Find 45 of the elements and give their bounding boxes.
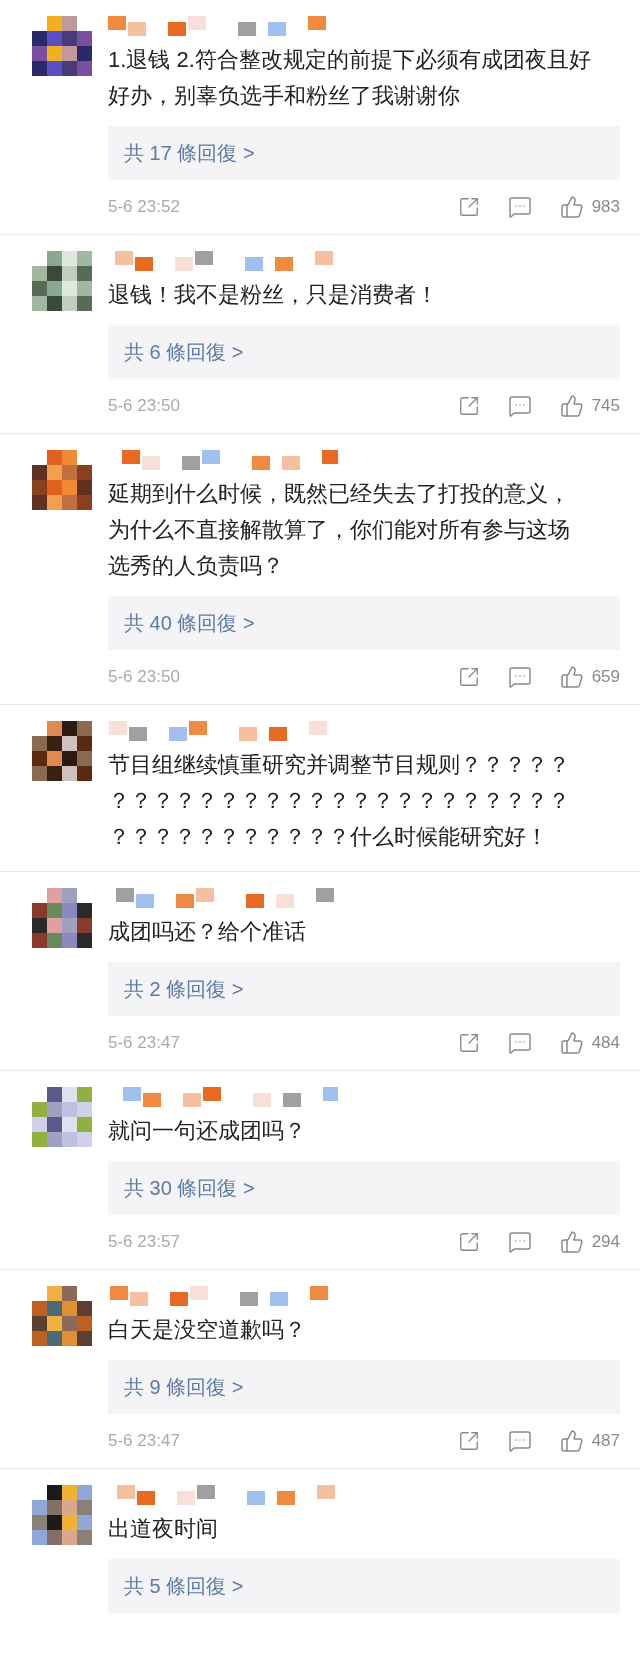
share-icon[interactable] (457, 1231, 480, 1253)
replies-link[interactable]: 共 9 條回復 > (108, 1360, 620, 1414)
replies-link[interactable]: 共 17 條回復 > (108, 126, 620, 180)
comment-icon[interactable] (507, 1230, 532, 1254)
share-icon[interactable] (457, 1430, 480, 1452)
like-button[interactable]: 745 (559, 393, 620, 419)
comment-time: 5-6 23:47 (108, 1430, 180, 1453)
comment-text: 退钱！我不是粉丝，只是消费者！ (108, 281, 439, 309)
comment-text: 1.退钱 2.符合整改规定的前提下必须有成团夜且好好办，别辜负选手和粉丝了我谢谢你 (108, 46, 591, 110)
like-button[interactable]: 659 (559, 664, 620, 690)
comment-time: 5-6 23:57 (108, 1231, 180, 1254)
replies-link[interactable]: 共 40 條回復 > (108, 596, 620, 650)
share-icon[interactable] (457, 666, 480, 688)
replies-link[interactable]: 共 5 條回復 > (108, 1559, 620, 1613)
thumbs-up-icon (559, 665, 584, 689)
comment-text: 出道夜时间 (108, 1515, 219, 1543)
comment-text: 延期到什么时候，既然已经失去了打投的意义，为什么不直接解散算了，你们能对所有参与这场选秀的人负责吗？ (108, 480, 571, 580)
share-icon[interactable] (457, 395, 480, 417)
comment-text: 成团吗还？给个准话 (108, 918, 307, 946)
comment-icon[interactable] (507, 195, 532, 219)
comment-icon[interactable] (507, 665, 532, 689)
comment-text: 白天是没空道歉吗？ (108, 1316, 307, 1344)
like-button[interactable]: 484 (559, 1030, 620, 1056)
comment-icon[interactable] (507, 1031, 532, 1055)
share-icon[interactable] (457, 196, 480, 218)
comment-text: 就问一句还成团吗？ (108, 1117, 307, 1145)
thumbs-up-icon (559, 195, 584, 219)
replies-link[interactable]: 共 2 條回復 > (108, 962, 620, 1016)
comment-time: 5-6 23:52 (108, 196, 180, 219)
comment-text: 节目组继续慎重研究并调整节目规则？？？？？？？？？？？？？？？？？？？？？？？？？？？？？？？？？？？？？什么时候能研究好！ (108, 751, 571, 851)
thumbs-up-icon (559, 394, 584, 418)
thumbs-up-icon (559, 1031, 584, 1055)
thumbs-up-icon (559, 1230, 584, 1254)
share-icon[interactable] (457, 1032, 480, 1054)
replies-link[interactable]: 共 6 條回復 > (108, 325, 620, 379)
comment-time: 5-6 23:50 (108, 395, 180, 418)
thumbs-up-icon (559, 1429, 584, 1453)
comment-time: 5-6 23:50 (108, 666, 180, 689)
replies-link[interactable]: 共 30 條回復 > (108, 1161, 620, 1215)
like-button[interactable]: 294 (559, 1229, 620, 1255)
comment-icon[interactable] (507, 1429, 532, 1453)
like-button[interactable]: 983 (559, 194, 620, 220)
like-button[interactable]: 487 (559, 1428, 620, 1454)
comment-icon[interactable] (507, 394, 532, 418)
comment-time: 5-6 23:47 (108, 1032, 180, 1055)
